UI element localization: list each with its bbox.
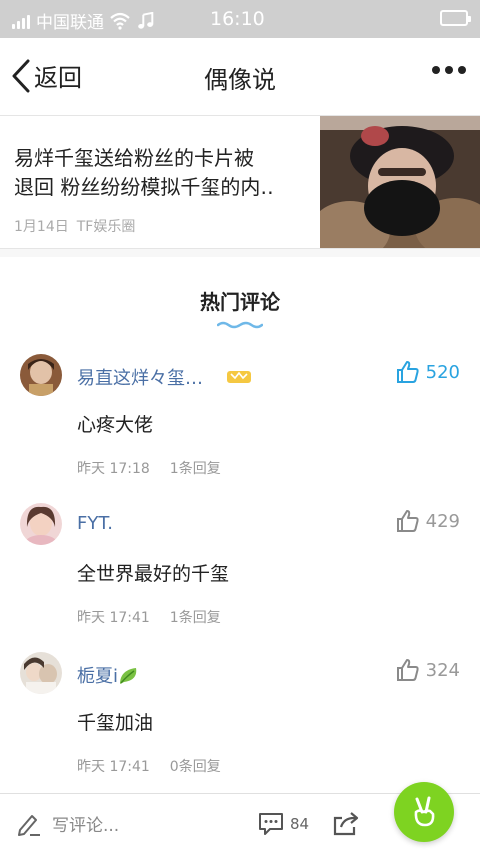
- victory-hand-icon: [414, 796, 435, 827]
- article-date: 1月14日: [14, 219, 69, 235]
- carrier-label: 中国联通: [36, 13, 104, 33]
- article-card[interactable]: 易烊千玺送给粉丝的卡片被 退回 粉丝纷纷模拟千玺的内‥ 1月14日 TF娱乐圈: [0, 116, 480, 249]
- comment-text: 千玺加油: [77, 712, 154, 734]
- like-count: 520: [425, 361, 460, 383]
- username[interactable]: FYT.: [77, 513, 113, 534]
- like-button[interactable]: 324: [396, 658, 460, 682]
- username[interactable]: 易直这烊々玺…: [77, 364, 203, 390]
- comment-count: 84: [290, 815, 310, 833]
- like-count: 429: [425, 510, 460, 532]
- signal-icon: [12, 13, 30, 29]
- username[interactable]: 栀夏i: [77, 662, 140, 688]
- more-dot-icon: [432, 66, 440, 74]
- status-time: 16:10: [210, 8, 265, 30]
- comment-item: FYT. 429 全世界最好的千玺 昨天 17:41 1条回复: [0, 503, 480, 651]
- thumbs-up-icon: [396, 510, 419, 532]
- article-meta: 1月14日 TF娱乐圈: [14, 216, 135, 236]
- section-divider: [0, 249, 480, 257]
- status-bar: 中国联通 16:10: [0, 0, 480, 38]
- more-button[interactable]: [432, 66, 466, 74]
- like-button[interactable]: 429: [396, 509, 460, 533]
- thumbs-up-icon: [396, 361, 419, 383]
- reply-count-link[interactable]: 1条回复: [170, 607, 221, 627]
- comment-meta: 昨天 17:18 1条回复: [77, 458, 221, 478]
- article-source: TF娱乐圈: [76, 219, 136, 235]
- nav-bar: 返回 偶像说: [0, 38, 480, 116]
- article-title-line: 易烊千玺送给粉丝的卡片被: [14, 146, 254, 170]
- music-icon: [138, 11, 154, 29]
- comment-text: 心疼大佬: [77, 414, 154, 436]
- comment-time: 昨天 17:41: [77, 759, 150, 775]
- avatar[interactable]: [20, 503, 62, 545]
- thumbs-up-icon: [396, 659, 419, 681]
- status-left: 中国联通: [12, 8, 156, 33]
- more-dot-icon: [458, 66, 466, 74]
- write-comment-button[interactable]: 写评论...: [16, 810, 119, 836]
- wave-underline-icon: [217, 321, 263, 329]
- comment-meta: 昨天 17:41 1条回复: [77, 607, 221, 627]
- avatar[interactable]: [20, 652, 62, 694]
- more-dot-icon: [445, 66, 453, 74]
- comment-count-button[interactable]: 84: [258, 812, 309, 836]
- comment-time: 昨天 17:41: [77, 610, 150, 626]
- comment-item: 易直这烊々玺… 520 心疼大佬 昨天 17:18 1条回复: [0, 354, 480, 502]
- bottom-bar: 写评论... 84: [0, 782, 480, 854]
- reply-count-link[interactable]: 0条回复: [170, 756, 221, 776]
- reply-count-link[interactable]: 1条回复: [170, 458, 221, 478]
- share-icon: [333, 812, 359, 836]
- username-text: 栀夏i: [77, 666, 119, 687]
- comment-item: 栀夏i 324 千玺加油 昨天 17:41 0条回复: [0, 652, 480, 800]
- battery-icon: [440, 10, 471, 26]
- comment-meta: 昨天 17:41 0条回复: [77, 756, 221, 776]
- article-thumbnail: [320, 116, 480, 248]
- pencil-icon: [18, 815, 40, 836]
- leaf-icon: [120, 668, 137, 684]
- like-button[interactable]: 520: [396, 360, 460, 384]
- share-button[interactable]: [332, 810, 360, 840]
- article-title: 易烊千玺送给粉丝的卡片被 退回 粉丝纷纷模拟千玺的内‥: [14, 144, 314, 202]
- wifi-icon: [110, 12, 130, 30]
- page-title: 偶像说: [204, 66, 276, 94]
- comment-time: 昨天 17:18: [77, 461, 150, 477]
- hot-comments-title: 热门评论: [200, 290, 280, 314]
- like-count: 324: [425, 659, 460, 681]
- comment-bubble-icon: [259, 813, 283, 835]
- article-title-line: 退回 粉丝纷纷模拟千玺的内‥: [14, 175, 274, 199]
- vip-crown-icon: [227, 371, 251, 383]
- write-comment-placeholder: 写评论...: [52, 815, 120, 836]
- comment-text: 全世界最好的千玺: [77, 563, 230, 585]
- avatar[interactable]: [20, 354, 62, 396]
- fan-gesture-fab[interactable]: [394, 782, 454, 842]
